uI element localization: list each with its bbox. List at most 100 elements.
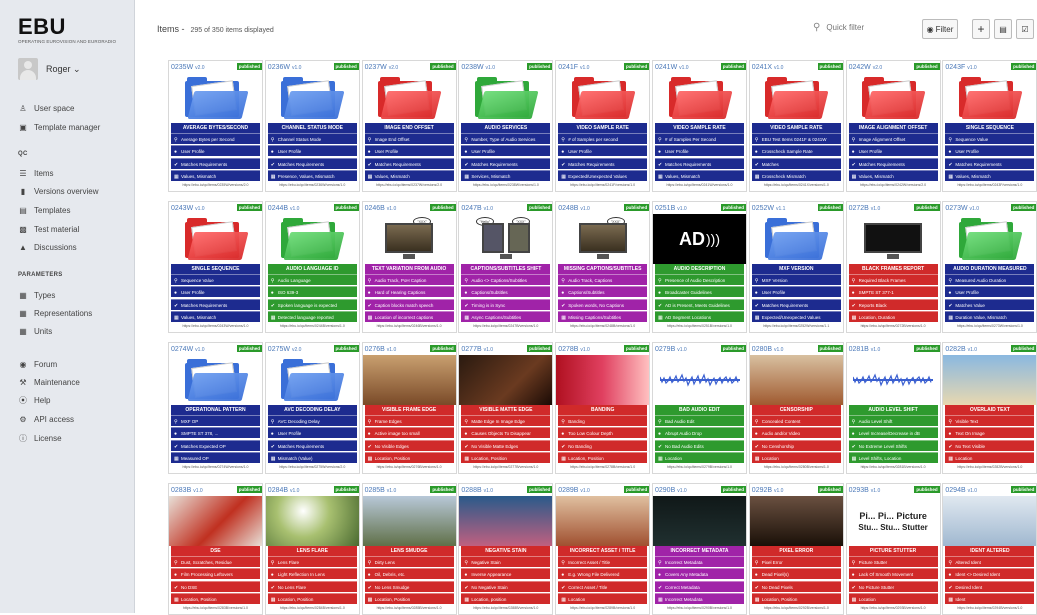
item-id[interactable]: 0288B v1.0	[461, 487, 493, 494]
card-thumbnail[interactable]	[653, 355, 746, 405]
item-id[interactable]: 0290B v1.0	[655, 487, 687, 494]
item-url[interactable]: https://ebu.io/qc/items/0235W/versions/2…	[171, 183, 260, 187]
item-id[interactable]: 0235W v2.0	[171, 64, 205, 71]
card-thumbnail[interactable]	[362, 496, 456, 546]
item-url[interactable]: https://ebu.io/qc/items/0282B/versions/1…	[945, 465, 1034, 469]
sidebar-item-units[interactable]: ▦ Units	[18, 325, 52, 337]
item-id[interactable]: 0238W v1.0	[461, 64, 495, 71]
item-card[interactable]: 0272B v1.0 published BLACK FRAMES REPORT ⚲ R…	[845, 201, 941, 333]
item-id[interactable]: 0272B v1.0	[849, 205, 881, 212]
item-card[interactable]: 0290B v1.0 published INCORRECT METADATA ⚲ In…	[652, 483, 747, 615]
item-card[interactable]: 0283B v1.0 published DSE ⚲ Dust, Scratches, …	[168, 483, 263, 615]
item-id[interactable]: 0285B v1.0	[365, 487, 397, 494]
item-url[interactable]: https://ebu.io/qc/items/0236W/versions/1…	[268, 183, 357, 187]
item-card[interactable]: 0281B v1.0 published AUDIO LEVEL SHIFT ⚲ Aud…	[845, 342, 941, 474]
item-url[interactable]: https://ebu.io/qc/items/0279B/versions/1…	[655, 465, 744, 469]
item-url[interactable]: https://ebu.io/qc/items/0281B/versions/1…	[849, 465, 938, 469]
card-thumbnail[interactable]	[847, 73, 940, 123]
item-card[interactable]: 0275W v2.0 published AVC DECODING DELAY ⚲ AV…	[264, 342, 360, 474]
card-thumbnail[interactable]	[459, 496, 553, 546]
item-card[interactable]: 0242W v2.0 published IMAGE ALIGNMENT OFFSE…	[845, 60, 941, 192]
card-thumbnail[interactable]	[653, 73, 746, 123]
card-thumbnail[interactable]	[266, 214, 359, 264]
card-thumbnail[interactable]	[943, 496, 1037, 546]
item-url[interactable]: https://ebu.io/qc/items/0273W/versions/1…	[945, 324, 1034, 328]
item-id[interactable]: 0277B v1.0	[461, 346, 493, 353]
item-url[interactable]: https://ebu.io/qc/items/0275W/versions/2…	[268, 465, 357, 469]
sidebar-item-api-access[interactable]: ⚙ API access	[18, 413, 74, 425]
item-card[interactable]: 0252W v1.1 published MXF VERSION ⚲ MXF Versi…	[748, 201, 844, 333]
item-id[interactable]: 0274W v1.0	[171, 346, 205, 353]
select-button[interactable]: ☑	[1016, 19, 1034, 39]
item-id[interactable]: 0273W v1.0	[945, 205, 979, 212]
card-thumbnail[interactable]	[653, 496, 746, 546]
sidebar-item-representations[interactable]: ▦ Representations	[18, 307, 92, 319]
item-card[interactable]: 0248B v1.0 published "XXX" MISSING CAPTIONS…	[555, 201, 651, 333]
item-card[interactable]: 0289B v1.0 published INCORRECT ASSET / TIT…	[555, 483, 651, 615]
item-card[interactable]: 0237W v2.0 published IMAGE END OFFSET ⚲ Imag…	[361, 60, 457, 192]
item-id[interactable]: 0275W v2.0	[268, 346, 302, 353]
item-url[interactable]: https://ebu.io/qc/items/0247B/versions/1…	[461, 324, 550, 328]
item-url[interactable]: https://ebu.io/qc/items/0242W/versions/2…	[849, 183, 938, 187]
card-thumbnail[interactable]	[459, 73, 552, 123]
card-thumbnail[interactable]	[363, 73, 456, 123]
add-button[interactable]: +	[972, 19, 990, 39]
card-thumbnail[interactable]	[943, 355, 1037, 405]
item-id[interactable]: 0251B v1.0	[655, 205, 687, 212]
card-thumbnail[interactable]	[362, 355, 456, 405]
item-id[interactable]: 0276B v1.0	[365, 346, 397, 353]
item-card[interactable]: 0236W v1.0 published CHANNEL STATUS MODE ⚲ C…	[264, 60, 360, 192]
item-card[interactable]: 0251B v1.0 published AD))) AUDIO DESCRIPTIO…	[652, 201, 747, 333]
item-url[interactable]: https://ebu.io/qc/items/0276B/versions/1…	[365, 465, 454, 469]
card-thumbnail[interactable]: AD)))	[653, 214, 746, 264]
card-thumbnail[interactable]	[266, 73, 359, 123]
item-id[interactable]: 0241W v1.0	[655, 64, 689, 71]
card-thumbnail[interactable]	[169, 496, 262, 546]
item-id[interactable]: 0292B v1.0	[752, 487, 784, 494]
card-thumbnail[interactable]: "XXX"	[363, 214, 456, 264]
item-url[interactable]: https://ebu.io/qc/items/0241X/versions/1…	[752, 183, 841, 187]
card-thumbnail[interactable]	[749, 496, 843, 546]
item-card[interactable]: 0279B v1.0 published BAD AUDIO EDIT ⚲ Bad Au…	[652, 342, 747, 474]
item-url[interactable]: https://ebu.io/qc/items/0274W/versions/1…	[171, 465, 260, 469]
card-thumbnail[interactable]	[943, 214, 1036, 264]
item-url[interactable]: https://ebu.io/qc/items/0293B/versions/1…	[849, 606, 938, 610]
item-id[interactable]: 0237W v2.0	[365, 64, 399, 71]
item-url[interactable]: https://ebu.io/qc/items/0288B/versions/1…	[461, 606, 550, 610]
sidebar-item-template-manager[interactable]: ▣ Template manager	[18, 121, 100, 133]
item-card[interactable]: 0243W v1.0 published SINGLE SEQUENCE ⚲ Seque…	[168, 201, 263, 333]
item-url[interactable]: https://ebu.io/qc/items/0292B/versions/1…	[752, 606, 841, 610]
item-card[interactable]: 0293B v1.0 published Pi... Pi... Picture St…	[845, 483, 941, 615]
ebu-logo[interactable]: EBU OPERATING EUROVISION AND EURORADIO	[18, 16, 116, 45]
item-url[interactable]: https://ebu.io/qc/items/0278B/versions/1…	[558, 465, 647, 469]
item-url[interactable]: https://ebu.io/qc/items/0251B/versions/1…	[655, 324, 744, 328]
item-id[interactable]: 0278B v1.0	[558, 346, 590, 353]
item-url[interactable]: https://ebu.io/qc/items/0290B/versions/1…	[655, 606, 744, 610]
item-id[interactable]: 0279B v1.0	[655, 346, 687, 353]
item-card[interactable]: 0280B v1.0 published CENSORSHIP ⚲ Concealed …	[748, 342, 844, 474]
sidebar-item-test-material[interactable]: ▩ Test material	[18, 223, 79, 235]
item-id[interactable]: 0281B v1.0	[849, 346, 881, 353]
export-button[interactable]: ▤	[994, 19, 1012, 39]
item-id[interactable]: 0284B v1.0	[268, 487, 300, 494]
item-card[interactable]: 0294B v1.0 published IDENT ALTERED ⚲ Altered…	[942, 483, 1037, 615]
item-card[interactable]: 0285B v1.0 published LENS SMUDGE ⚲ Dirty Len…	[361, 483, 457, 615]
item-url[interactable]: https://ebu.io/qc/items/0289B/versions/1…	[558, 606, 647, 610]
sidebar-item-versions-overview[interactable]: ▮ Versions overview	[18, 185, 99, 197]
item-id[interactable]: 0289B v1.0	[558, 487, 590, 494]
card-thumbnail[interactable]	[750, 73, 843, 123]
filter-button[interactable]: ◉ Filter	[922, 19, 958, 39]
card-thumbnail[interactable]	[266, 355, 359, 405]
item-id[interactable]: 0247B v1.0	[461, 205, 493, 212]
item-id[interactable]: 0241X v1.0	[752, 64, 784, 71]
item-url[interactable]: https://ebu.io/qc/items/0238W/versions/1…	[461, 183, 550, 187]
item-id[interactable]: 0243W v1.0	[171, 205, 205, 212]
item-card[interactable]: 0273W v1.0 published AUDIO DURATION MEASUR…	[942, 201, 1037, 333]
item-url[interactable]: https://ebu.io/qc/items/0243F/versions/1…	[945, 183, 1034, 187]
item-url[interactable]: https://ebu.io/qc/items/0237W/versions/2…	[365, 183, 454, 187]
card-thumbnail[interactable]	[943, 73, 1036, 123]
item-id[interactable]: 0293B v1.0	[849, 487, 881, 494]
item-id[interactable]: 0283B v1.0	[171, 487, 203, 494]
item-url[interactable]: https://ebu.io/qc/items/0294B/versions/1…	[945, 606, 1034, 610]
sidebar-item-help[interactable]: ⦿ Help	[18, 394, 50, 406]
